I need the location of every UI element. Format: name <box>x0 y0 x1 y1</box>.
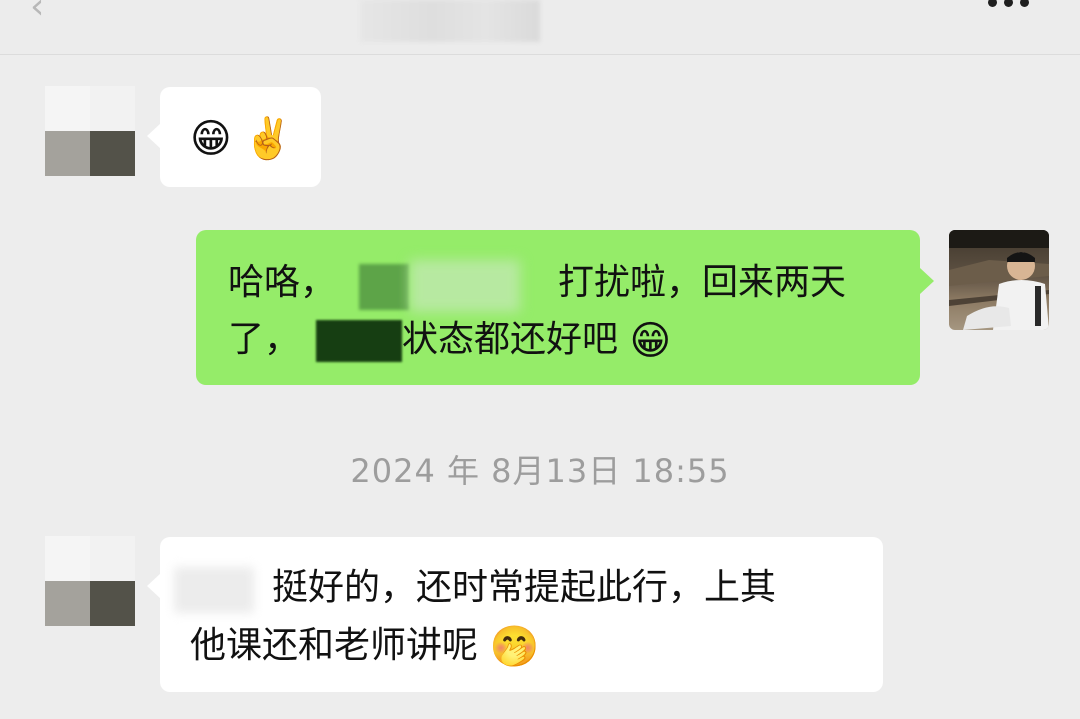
victory-hand-emoji-icon: ✌️ <box>243 116 293 162</box>
message-text: 状态都还好吧 <box>402 319 619 360</box>
contact-avatar[interactable] <box>45 536 135 626</box>
chat-title-redacted <box>360 0 540 42</box>
message-text: 哈咯， <box>228 262 337 303</box>
message-bubble-incoming[interactable]: 😁 ✌️ <box>147 87 321 187</box>
redaction-mask <box>316 320 402 362</box>
hand-over-mouth-emoji-icon: 🤭 <box>489 624 540 670</box>
redaction-mask <box>410 260 520 312</box>
message-text: 他课还和老师讲呢 <box>190 625 479 666</box>
redaction-mask <box>174 567 254 613</box>
message-text: 打扰啦，回来两天 <box>558 262 847 303</box>
message-bubble-incoming[interactable]: 挺好的，还时常提起此行，上其 他课还和老师讲呢 🤭 <box>147 537 883 692</box>
message-text: 了， <box>228 319 301 360</box>
more-icon[interactable] <box>988 0 1036 8</box>
message-timestamp: 2024 年 8月13日 18:55 <box>350 452 730 490</box>
user-avatar[interactable] <box>949 230 1049 330</box>
message-text: 挺好的，还时常提起此行，上其 <box>272 567 777 608</box>
redaction-mask <box>359 264 409 310</box>
grin-emoji-icon: 😁 <box>629 318 672 364</box>
back-icon[interactable]: ‹ <box>30 0 44 27</box>
contact-avatar[interactable] <box>45 86 135 176</box>
person-photo-icon <box>949 230 1049 330</box>
chat-header: ‹ <box>0 0 1080 55</box>
message-bubble-outgoing[interactable]: 哈咯， 打扰啦，回来两天 了， 状态都还好吧 😁 <box>196 230 934 385</box>
grin-emoji-icon: 😁 <box>190 116 232 162</box>
